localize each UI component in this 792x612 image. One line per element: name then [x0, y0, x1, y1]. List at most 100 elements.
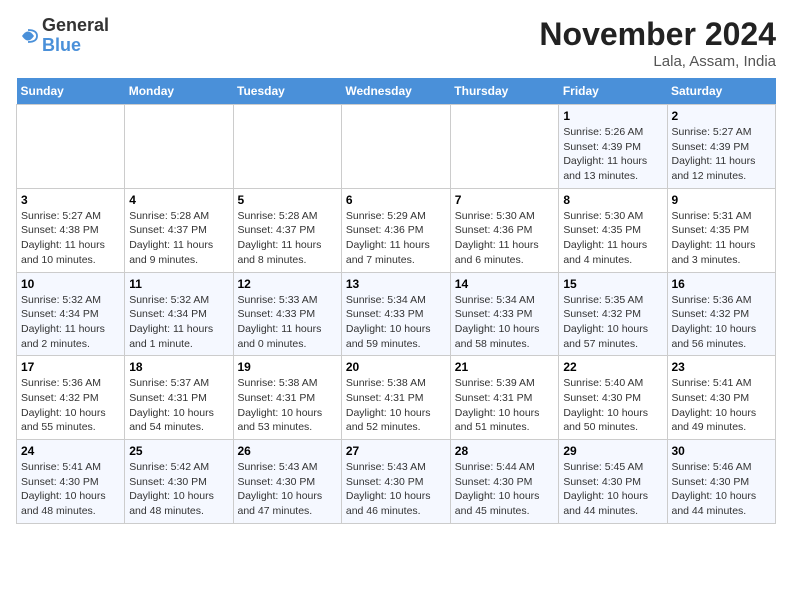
day-info-line: Sunrise: 5:29 AM: [346, 209, 446, 224]
weekday-header: Wednesday: [341, 78, 450, 105]
calendar-cell: 20 Sunrise: 5:38 AMSunset: 4:31 PMDayligh…: [341, 356, 450, 440]
day-info: Sunrise: 5:41 AMSunset: 4:30 PMDaylight:…: [21, 460, 120, 519]
day-number: 10: [21, 277, 120, 291]
day-info: Sunrise: 5:37 AMSunset: 4:31 PMDaylight:…: [129, 376, 228, 435]
day-info-line: Sunrise: 5:36 AM: [672, 293, 772, 308]
day-info-line: Sunset: 4:30 PM: [672, 391, 772, 406]
day-info-line: Sunrise: 5:43 AM: [346, 460, 446, 475]
day-info-line: Sunset: 4:30 PM: [21, 475, 120, 490]
page-header: General Blue November 2024 Lala, Assam, …: [16, 16, 776, 70]
day-info: Sunrise: 5:40 AMSunset: 4:30 PMDaylight:…: [563, 376, 662, 435]
day-info: Sunrise: 5:32 AMSunset: 4:34 PMDaylight:…: [129, 293, 228, 352]
calendar-cell: 8 Sunrise: 5:30 AMSunset: 4:35 PMDaylight…: [559, 188, 667, 272]
day-info: Sunrise: 5:28 AMSunset: 4:37 PMDaylight:…: [129, 209, 228, 268]
day-number: 18: [129, 360, 228, 374]
day-info: Sunrise: 5:28 AMSunset: 4:37 PMDaylight:…: [238, 209, 337, 268]
calendar-cell: 13Sunrise: 5:34 AMSunset: 4:33 PMDayligh…: [341, 272, 450, 356]
day-info-line: Daylight: 10 hours and 45 minutes.: [455, 489, 555, 518]
day-info-line: Sunset: 4:38 PM: [21, 223, 120, 238]
day-info-line: Sunset: 4:31 PM: [346, 391, 446, 406]
day-info: Sunrise: 5:36 AMSunset: 4:32 PMDaylight:…: [21, 376, 120, 435]
day-number: 26: [238, 444, 337, 458]
day-number: 1: [563, 109, 662, 123]
day-info-line: Sunset: 4:34 PM: [21, 307, 120, 322]
month-title: November 2024: [539, 16, 776, 53]
weekday-header: Sunday: [17, 78, 125, 105]
day-info-line: Sunrise: 5:41 AM: [21, 460, 120, 475]
day-number: 9: [672, 193, 772, 207]
calendar-week-row: 3Sunrise: 5:27 AMSunset: 4:38 PMDaylight…: [17, 188, 776, 272]
day-info-line: Daylight: 11 hours and 13 minutes.: [563, 154, 662, 183]
day-number: 20: [346, 360, 446, 374]
calendar-cell: 22Sunrise: 5:40 AMSunset: 4:30 PMDayligh…: [559, 356, 667, 440]
day-info-line: Daylight: 10 hours and 55 minutes.: [21, 406, 120, 435]
logo: General Blue: [16, 16, 109, 56]
day-info-line: Sunrise: 5:46 AM: [672, 460, 772, 475]
calendar-cell: 4 Sunrise: 5:28 AMSunset: 4:37 PMDaylight…: [125, 188, 233, 272]
day-info: Sunrise: 5:30 AMSunset: 4:35 PMDaylight:…: [563, 209, 662, 268]
calendar-cell: [450, 105, 559, 189]
day-number: 8: [563, 193, 662, 207]
day-number: 28: [455, 444, 555, 458]
day-info-line: Sunrise: 5:31 AM: [672, 209, 772, 224]
day-info: Sunrise: 5:27 AMSunset: 4:38 PMDaylight:…: [21, 209, 120, 268]
day-info-line: Sunrise: 5:34 AM: [455, 293, 555, 308]
day-info-line: Sunset: 4:30 PM: [238, 475, 337, 490]
day-info-line: Daylight: 11 hours and 0 minutes.: [238, 322, 337, 351]
day-info: Sunrise: 5:34 AMSunset: 4:33 PMDaylight:…: [346, 293, 446, 352]
day-info-line: Sunset: 4:33 PM: [238, 307, 337, 322]
calendar-cell: 26Sunrise: 5:43 AMSunset: 4:30 PMDayligh…: [233, 440, 341, 524]
calendar-cell: 24Sunrise: 5:41 AMSunset: 4:30 PMDayligh…: [17, 440, 125, 524]
calendar-cell: 2Sunrise: 5:27 AMSunset: 4:39 PMDaylight…: [667, 105, 776, 189]
day-info-line: Sunrise: 5:38 AM: [346, 376, 446, 391]
logo-line2: Blue: [42, 36, 109, 56]
day-info-line: Sunset: 4:35 PM: [672, 223, 772, 238]
day-number: 4: [129, 193, 228, 207]
day-info-line: Daylight: 10 hours and 52 minutes.: [346, 406, 446, 435]
day-info-line: Sunrise: 5:45 AM: [563, 460, 662, 475]
calendar-week-row: 10 Sunrise: 5:32 AMSunset: 4:34 PMDayligh…: [17, 272, 776, 356]
day-info-line: Daylight: 10 hours and 54 minutes.: [129, 406, 228, 435]
day-number: 25: [129, 444, 228, 458]
day-number: 15: [563, 277, 662, 291]
day-info-line: Daylight: 10 hours and 58 minutes.: [455, 322, 555, 351]
day-number: 5: [238, 193, 337, 207]
calendar-cell: 30Sunrise: 5:46 AMSunset: 4:30 PMDayligh…: [667, 440, 776, 524]
calendar-cell: [341, 105, 450, 189]
calendar-cell: 21Sunrise: 5:39 AMSunset: 4:31 PMDayligh…: [450, 356, 559, 440]
day-info-line: Sunrise: 5:35 AM: [563, 293, 662, 308]
day-info: Sunrise: 5:35 AMSunset: 4:32 PMDaylight:…: [563, 293, 662, 352]
day-info-line: Sunset: 4:31 PM: [129, 391, 228, 406]
day-info-line: Sunset: 4:30 PM: [563, 475, 662, 490]
calendar-table: SundayMondayTuesdayWednesdayThursdayFrid…: [16, 78, 776, 524]
day-info: Sunrise: 5:31 AMSunset: 4:35 PMDaylight:…: [672, 209, 772, 268]
day-info-line: Daylight: 11 hours and 7 minutes.: [346, 238, 446, 267]
day-number: 12: [238, 277, 337, 291]
day-info: Sunrise: 5:33 AMSunset: 4:33 PMDaylight:…: [238, 293, 337, 352]
day-info-line: Sunrise: 5:26 AM: [563, 125, 662, 140]
day-info-line: Sunset: 4:39 PM: [563, 140, 662, 155]
day-info: Sunrise: 5:26 AMSunset: 4:39 PMDaylight:…: [563, 125, 662, 184]
calendar-cell: [233, 105, 341, 189]
calendar-cell: 5 Sunrise: 5:28 AMSunset: 4:37 PMDaylight…: [233, 188, 341, 272]
day-info-line: Daylight: 11 hours and 3 minutes.: [672, 238, 772, 267]
day-info-line: Daylight: 10 hours and 44 minutes.: [563, 489, 662, 518]
calendar-cell: 11Sunrise: 5:32 AMSunset: 4:34 PMDayligh…: [125, 272, 233, 356]
day-number: 27: [346, 444, 446, 458]
logo-line1: General: [42, 16, 109, 36]
calendar-cell: 16Sunrise: 5:36 AMSunset: 4:32 PMDayligh…: [667, 272, 776, 356]
calendar-cell: 3Sunrise: 5:27 AMSunset: 4:38 PMDaylight…: [17, 188, 125, 272]
day-info-line: Daylight: 10 hours and 57 minutes.: [563, 322, 662, 351]
day-info: Sunrise: 5:38 AMSunset: 4:31 PMDaylight:…: [238, 376, 337, 435]
day-info-line: Sunset: 4:36 PM: [455, 223, 555, 238]
day-info-line: Sunset: 4:31 PM: [238, 391, 337, 406]
day-number: 17: [21, 360, 120, 374]
title-block: November 2024 Lala, Assam, India: [539, 16, 776, 70]
weekday-header: Monday: [125, 78, 233, 105]
day-info-line: Sunrise: 5:44 AM: [455, 460, 555, 475]
day-info-line: Sunset: 4:30 PM: [563, 391, 662, 406]
day-info-line: Sunset: 4:32 PM: [563, 307, 662, 322]
calendar-cell: 23Sunrise: 5:41 AMSunset: 4:30 PMDayligh…: [667, 356, 776, 440]
day-number: 7: [455, 193, 555, 207]
day-info-line: Sunrise: 5:36 AM: [21, 376, 120, 391]
